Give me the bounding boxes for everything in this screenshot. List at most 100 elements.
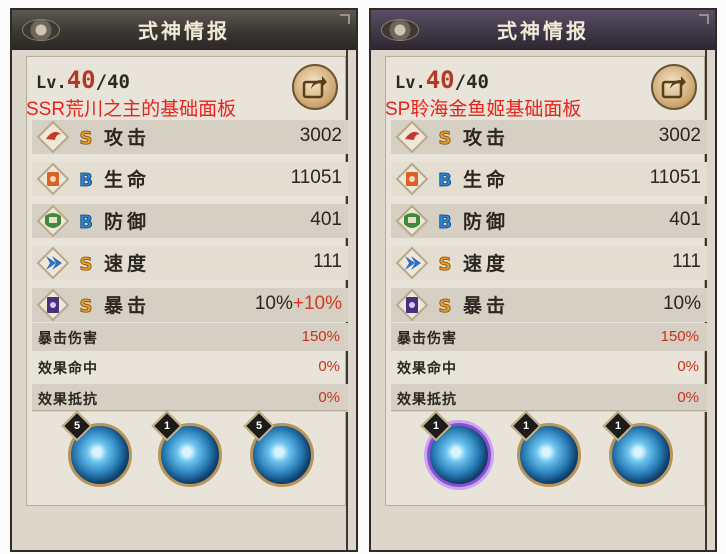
stat-value-base: 3002 [299,125,342,146]
health-icon [395,162,429,196]
stat-row-health: B 生命 11051 [32,162,348,196]
stat-value: 111 [313,251,342,273]
svg-text:S: S [80,296,93,316]
share-button[interactable] [651,64,697,110]
stat-label: 攻击 [463,127,510,149]
speed-icon [36,246,70,280]
stat-label: 防御 [104,211,151,233]
level-max: /40 [95,71,130,93]
stat-value-base: 11051 [290,167,342,188]
stat-value-base: 401 [669,209,701,230]
stat-label: 速度 [104,253,151,275]
skills-bar: 5 1 5 [32,410,348,501]
annotation-note: SSR荒川之主的基础面板 [26,99,237,120]
stat-row-attack: S 攻击 3002 [32,120,348,154]
substat-row-crit-damage: 暴击伤害 150% [32,323,348,351]
shikigami-info-panel-right: 式神情报 Lv.40/40 SP聆海金鱼姬基础面板 S 攻击 3002 B 生命… [369,8,717,552]
share-button[interactable] [292,64,338,110]
grade-s-icon: S [79,254,93,274]
stat-value-base: 3002 [658,125,701,146]
grade-b-icon: B [438,170,453,190]
stat-value-base: 111 [672,251,701,272]
speed-icon [395,246,429,280]
attack-icon [36,120,70,154]
level-max: /40 [454,71,489,93]
crit-icon [36,288,70,322]
stat-label: 防御 [463,211,510,233]
stat-label: 生命 [463,169,510,191]
svg-text:S: S [439,254,452,274]
level-label: Lv. [395,73,426,93]
svg-text:B: B [79,212,93,232]
svg-text:S: S [80,128,93,148]
share-icon [302,76,327,99]
shikigami-info-panel-left: 式神情报 Lv.40/40 SSR荒川之主的基础面板 S 攻击 3002 B 生… [10,8,358,552]
substat-row-effect-resist: 效果抵抗 0% [391,384,707,412]
stat-row-crit: S 暴击 10% [391,288,707,322]
svg-text:S: S [439,128,452,148]
substat-value: 150% [660,328,699,345]
substat-row-effect-resist: 效果抵抗 0% [32,384,348,412]
stat-value-base: 10% [254,293,293,314]
stat-label: 攻击 [104,127,151,149]
skill-level: 5 [255,420,263,432]
share-icon [661,76,686,99]
attack-icon [395,120,429,154]
level-display: Lv.40/40 [395,66,489,94]
stat-row-crit: S 暴击 10%+10% [32,288,348,322]
crit-icon [395,288,429,322]
stat-value: 111 [672,251,701,273]
skill-level: 1 [522,420,530,432]
grade-b-icon: B [438,212,453,232]
substat-label: 效果命中 [38,361,98,377]
substat-value: 0% [677,389,699,406]
substat-row-crit-damage: 暴击伤害 150% [391,323,707,351]
stat-row-speed: S 速度 111 [32,246,348,280]
stat-value: 11051 [650,167,701,189]
stat-value: 3002 [659,125,701,147]
panel-header: 式神情报 [12,10,356,50]
corner-ornament [340,14,350,24]
substat-label: 效果命中 [397,361,457,377]
svg-text:B: B [438,212,452,232]
level-current: 40 [66,66,96,94]
substat-row-effect-hit: 效果命中 0% [391,353,707,381]
stat-row-attack: S 攻击 3002 [391,120,707,154]
substat-value: 0% [677,358,699,375]
corner-ornament [699,14,709,24]
defense-icon [395,204,429,238]
stat-row-defense: B 防御 401 [32,204,348,238]
substat-label: 效果抵抗 [38,392,98,408]
svg-text:S: S [439,296,452,316]
substat-value: 0% [318,358,340,375]
defense-icon [36,204,70,238]
stat-value-bonus: +10% [292,293,342,314]
substat-row-effect-hit: 效果命中 0% [32,353,348,381]
stat-label: 暴击 [104,295,151,317]
panel-header: 式神情报 [371,10,715,50]
stat-row-health: B 生命 11051 [391,162,707,196]
skill-level: 1 [432,420,440,432]
stat-row-speed: S 速度 111 [391,246,707,280]
grade-s-icon: S [79,128,93,148]
stat-value: 401 [310,209,342,231]
skill-level: 1 [163,420,171,432]
substat-label: 暴击伤害 [38,331,98,347]
grade-s-icon: S [79,296,93,316]
stat-value: 11051 [291,167,342,189]
stat-value-base: 401 [310,209,342,230]
svg-text:B: B [438,170,452,190]
health-icon [36,162,70,196]
level-current: 40 [425,66,455,94]
stat-value: 10% [663,293,701,315]
level-label: Lv. [36,73,67,93]
stat-label: 速度 [463,253,510,275]
grade-b-icon: B [79,212,94,232]
stat-value-base: 111 [313,251,342,272]
panel-title: 式神情报 [138,19,230,43]
substat-value: 0% [318,389,340,406]
svg-text:S: S [80,254,93,274]
substat-label: 暴击伤害 [397,331,457,347]
skill-level: 5 [73,420,81,432]
level-display: Lv.40/40 [36,66,130,94]
